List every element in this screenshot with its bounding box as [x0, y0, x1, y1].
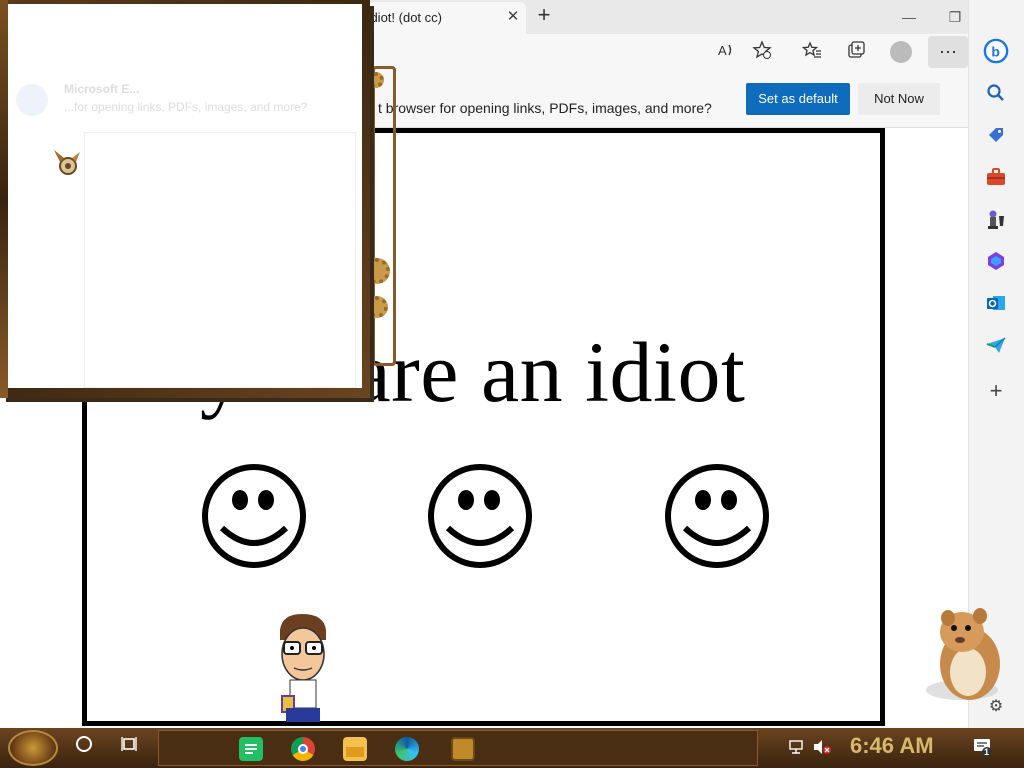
- minimize-button[interactable]: —: [898, 6, 920, 28]
- svg-text:A: A: [718, 43, 727, 58]
- volume-muted-icon[interactable]: [812, 738, 832, 756]
- ghost-edge-logo: [16, 84, 48, 116]
- task-view-icon[interactable]: [114, 732, 146, 764]
- ghost-page-frame: [84, 132, 356, 388]
- collections-icon[interactable]: [844, 40, 868, 64]
- screen: n Idiot! (dot cc) ✕ + — ❐ ✕ A ··· t brow…: [0, 0, 1024, 768]
- popup-content: Microsoft E... ...for opening links, PDF…: [8, 4, 362, 388]
- brass-frame-rail: [372, 66, 396, 366]
- microsoft-365-icon[interactable]: [983, 248, 1009, 274]
- favorites-icon[interactable]: [800, 40, 824, 64]
- notification-count: 1: [984, 747, 990, 757]
- not-now-button[interactable]: Not Now: [858, 83, 940, 115]
- bing-chat-icon[interactable]: b: [983, 38, 1009, 64]
- add-sidebar-app-button[interactable]: +: [983, 378, 1009, 404]
- edge-icon[interactable]: [395, 737, 419, 761]
- tools-briefcase-icon[interactable]: [983, 164, 1009, 190]
- set-as-default-button[interactable]: Set as default: [746, 83, 850, 115]
- smiley-face-icon: [665, 464, 769, 568]
- sidebar-settings-gear-icon[interactable]: ⚙: [985, 696, 1007, 718]
- outlook-icon[interactable]: [983, 290, 1009, 316]
- read-aloud-icon[interactable]: A: [714, 40, 738, 64]
- chat-app-icon[interactable]: [239, 737, 263, 761]
- tab-close-icon[interactable]: ✕: [504, 7, 522, 27]
- popup-window[interactable]: Microsoft E... ...for opening links, PDF…: [0, 0, 370, 398]
- smiley-face-icon: [202, 464, 306, 568]
- new-tab-button[interactable]: +: [532, 4, 556, 28]
- games-chess-icon[interactable]: [983, 206, 1009, 232]
- cortana-icon[interactable]: [68, 732, 100, 764]
- infobar-message: t browser for opening links, PDFs, image…: [378, 100, 712, 116]
- taskbar-clock[interactable]: 6:46 AM: [850, 733, 934, 759]
- send-paper-plane-icon[interactable]: [983, 332, 1009, 358]
- cartoon-man-sprite: [280, 614, 326, 722]
- file-explorer-icon[interactable]: [343, 737, 367, 761]
- popup-app-icon[interactable]: [451, 737, 475, 761]
- maximize-button[interactable]: ❐: [944, 6, 966, 28]
- svg-text:b: b: [991, 44, 1000, 60]
- winged-gear-icon: [54, 150, 80, 175]
- popup-ghost-title: Microsoft E...: [64, 82, 140, 96]
- popup-frame-left: [0, 0, 8, 398]
- add-favorite-icon[interactable]: [750, 40, 774, 64]
- action-center-icon[interactable]: [972, 736, 994, 758]
- popup-ghost-line: ...for opening links, PDFs, images, and …: [64, 100, 308, 114]
- network-icon[interactable]: [788, 738, 804, 754]
- taskbar-app-area: [158, 730, 758, 766]
- hamster-sprite: [926, 608, 1000, 700]
- chrome-icon[interactable]: [291, 737, 315, 761]
- search-icon[interactable]: [983, 80, 1009, 106]
- smiley-face-icon: [428, 464, 532, 568]
- settings-more-button[interactable]: ···: [928, 36, 968, 68]
- shopping-tag-icon[interactable]: [983, 122, 1009, 148]
- profile-avatar[interactable]: [890, 41, 912, 63]
- start-button[interactable]: [8, 730, 58, 766]
